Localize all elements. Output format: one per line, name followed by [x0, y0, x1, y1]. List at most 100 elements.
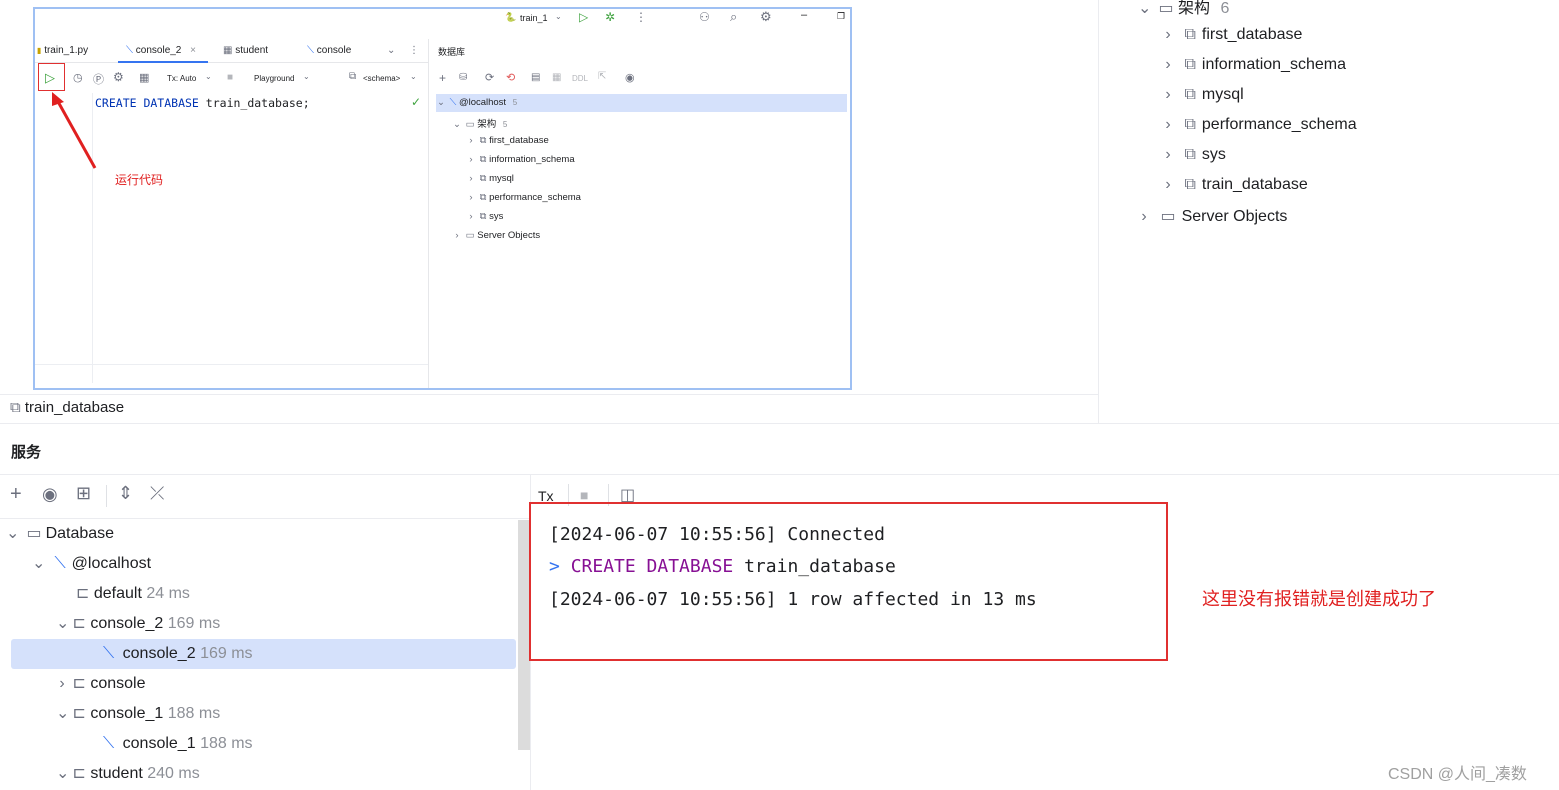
- restore-icon[interactable]: ❐: [837, 11, 845, 22]
- tree-node-schema-folder[interactable]: ⌄ ▭ 架构 5: [451, 116, 507, 130]
- service-label: console_2: [122, 645, 196, 662]
- playground-select[interactable]: Playground: [254, 74, 294, 83]
- tree-label: performance_schema: [489, 192, 581, 203]
- service-time: 240 ms: [147, 765, 200, 782]
- tree-node-database[interactable]: › ⧉ train_database: [1162, 176, 1307, 194]
- tabs-dropdown-icon[interactable]: ⌄: [387, 39, 395, 63]
- service-node-database[interactable]: ⌄ ▭ Database: [0, 519, 516, 549]
- tree-node-database[interactable]: › ⧉ information_schema: [465, 154, 574, 165]
- tree-label: performance_schema: [1201, 116, 1357, 133]
- tree-node-server-objects[interactable]: › ▭ Server Objects: [451, 230, 540, 241]
- breadcrumb[interactable]: ⧉ train_database: [10, 399, 124, 416]
- service-time: 169 ms: [200, 645, 253, 662]
- refresh-icon[interactable]: ⟳: [485, 71, 494, 84]
- tree-node-database[interactable]: › ⧉ performance_schema: [465, 192, 581, 203]
- jump-icon[interactable]: ⇱: [598, 71, 606, 82]
- database-icon: ⧉: [479, 135, 487, 146]
- tab-student[interactable]: ▦ student: [223, 39, 268, 63]
- add-icon[interactable]: +: [439, 71, 446, 85]
- expand-all-icon[interactable]: ⇕: [118, 483, 133, 504]
- new-group-icon[interactable]: ⊞: [76, 483, 91, 504]
- collapse-all-icon[interactable]: ⤫: [150, 483, 164, 504]
- eye-icon[interactable]: ◉: [625, 71, 635, 84]
- editor-toolbar: ▷ ◷ Ⓟ ⚙ ▦ Tx: Auto ⌄ ■ Playground ⌄ ⧉ <s…: [35, 68, 428, 92]
- tree-node-database[interactable]: › ⧉ mysql: [465, 173, 514, 184]
- run-icon[interactable]: ▷: [579, 10, 588, 24]
- server-objects-icon: ▭: [1160, 208, 1176, 225]
- datasource-properties-icon[interactable]: ⛁: [459, 72, 467, 83]
- breadcrumb-label: train_database: [24, 399, 125, 416]
- python-file-icon: ▮: [37, 46, 42, 55]
- folder-icon: ▭: [465, 119, 475, 130]
- tree-node-localhost[interactable]: ⌄ ⟍ @localhost 5: [435, 97, 517, 108]
- tree-node-database[interactable]: › ⧉ information_schema: [1162, 56, 1346, 74]
- gear-icon[interactable]: ⚙: [760, 9, 772, 25]
- sql-editor[interactable]: CREATE DATABASE train_database;: [95, 96, 310, 110]
- divider: [1098, 0, 1099, 424]
- database-icon: ⧉: [479, 211, 487, 222]
- stop-icon[interactable]: ■: [227, 72, 233, 83]
- console-icon[interactable]: ▤: [531, 72, 540, 83]
- debug-icon[interactable]: ✲: [605, 10, 615, 24]
- chevron-down-icon: ⌄: [303, 72, 310, 81]
- service-label: console_1: [90, 705, 164, 722]
- chevron-down-icon: ⌄: [555, 12, 562, 21]
- minimize-icon[interactable]: –: [801, 9, 807, 21]
- schema-select[interactable]: <schema>: [363, 74, 400, 83]
- history-icon[interactable]: ◷: [73, 71, 83, 84]
- tab-train-1-py[interactable]: ▮ train_1.py: [37, 39, 88, 63]
- tree-node-database[interactable]: › ⧉ performance_schema: [1162, 116, 1357, 134]
- tree-node-schema-folder[interactable]: ⌄ ▭ 架构 6: [1138, 0, 1229, 18]
- table-icon[interactable]: ▦: [552, 72, 561, 83]
- tree-label: Server Objects: [1181, 208, 1288, 225]
- tree-label: mysql: [489, 173, 514, 184]
- tree-node-database[interactable]: › ⧉ sys: [1162, 146, 1226, 164]
- grid-icon[interactable]: ▦: [139, 71, 149, 84]
- service-node-session[interactable]: ⊏ default 24 ms: [0, 579, 516, 609]
- more-icon[interactable]: ⋮: [409, 39, 419, 63]
- tx-mode-select[interactable]: Tx: Auto: [167, 74, 196, 83]
- tree-node-database[interactable]: › ⧉ first_database: [465, 135, 549, 146]
- tree-node-database[interactable]: › ⧉ mysql: [1162, 86, 1243, 104]
- explain-icon[interactable]: Ⓟ: [93, 71, 104, 87]
- chevron-down-icon: ⌄: [437, 97, 445, 108]
- tab-label: console_2: [135, 45, 182, 56]
- tree-node-server-objects[interactable]: › ▭ Server Objects: [1138, 206, 1287, 226]
- chevron-right-icon: ›: [469, 211, 473, 222]
- tree-label: Server Objects: [477, 230, 541, 241]
- search-icon[interactable]: ⌕: [730, 9, 737, 25]
- output-highlight-box: [529, 502, 1168, 661]
- tree-node-database[interactable]: › ⧉ first_database: [1162, 26, 1302, 44]
- tree-label: first_database: [489, 135, 549, 146]
- service-node-session[interactable]: ⌄ ⊏ console_2 169 ms: [0, 609, 516, 639]
- add-user-icon[interactable]: ⚇: [699, 10, 710, 24]
- service-node-session[interactable]: ⌄ ⊏ student 240 ms: [0, 759, 516, 789]
- service-node-session[interactable]: ⌄ ⊏ console_1 188 ms: [0, 699, 516, 729]
- service-node-localhost[interactable]: ⌄ ⟍ @localhost: [0, 549, 516, 579]
- database-icon: ⧉: [1184, 146, 1196, 163]
- tab-console[interactable]: ⟍ console: [307, 39, 351, 63]
- service-node-session[interactable]: › ⊏ console: [0, 669, 516, 699]
- run-code-annotation: 运行代码: [115, 173, 164, 187]
- close-icon[interactable]: ×: [190, 45, 196, 56]
- add-icon[interactable]: +: [10, 483, 22, 506]
- tree-label: first_database: [1201, 26, 1303, 43]
- stop-icon[interactable]: ■: [580, 487, 588, 503]
- more-icon[interactable]: ⋮: [635, 10, 647, 24]
- service-label: student: [90, 765, 143, 782]
- disconnect-icon[interactable]: ⟲: [506, 71, 515, 84]
- folder-icon: ▭: [26, 525, 42, 542]
- database-icon: ⧉: [479, 192, 487, 203]
- settings-icon[interactable]: ⚙: [113, 70, 124, 84]
- tab-console-2[interactable]: ⟍ console_2 ×: [118, 39, 208, 63]
- sql-semicolon: ;: [302, 96, 310, 110]
- tree-node-database[interactable]: › ⧉ sys: [465, 211, 503, 222]
- eye-icon[interactable]: ◉: [42, 484, 58, 505]
- run-config-selector[interactable]: train_1: [520, 13, 548, 23]
- editor-tabs: ▮ train_1.py ⟍ console_2 × ▦ student ⟍ c…: [35, 39, 428, 63]
- service-node-console[interactable]: ⟍ console_1 188 ms: [0, 729, 516, 759]
- ddl-button[interactable]: DDL: [572, 74, 588, 83]
- database-icon: ⧉: [1184, 86, 1196, 103]
- database-toolbar: + ⛁ ⟳ ⟲ ▤ ▦ DDL ⇱ ◉: [435, 71, 845, 87]
- service-node-console-selected[interactable]: ⟍ console_2 169 ms: [11, 639, 516, 669]
